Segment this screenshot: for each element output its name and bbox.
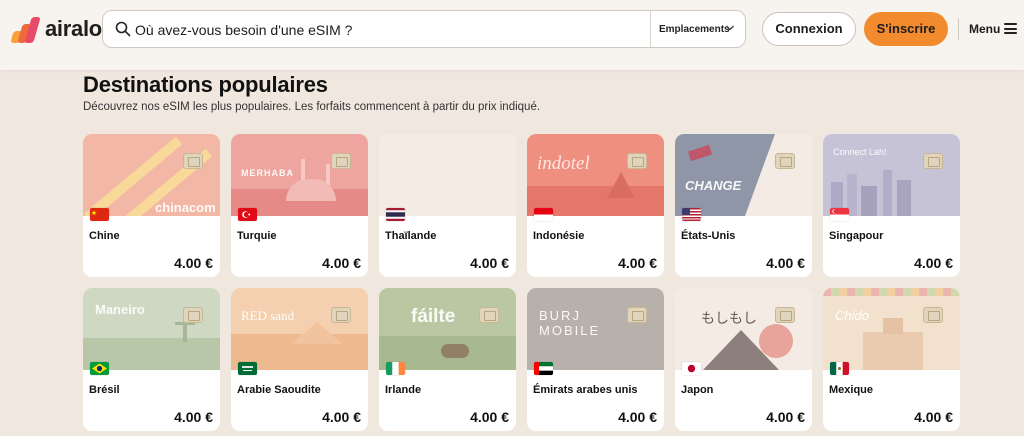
card-image: CHANGE: [675, 134, 812, 216]
saudi-arabia-flag-icon: [238, 362, 257, 375]
card-country-name: États-Unis: [681, 230, 736, 242]
sim-chip-icon: [183, 307, 203, 323]
card-price: 4.00 €: [174, 255, 213, 271]
card-price: 4.00 €: [766, 255, 805, 271]
indonesia-flag-icon: [534, 208, 553, 221]
card-country-name: Brésil: [89, 384, 120, 396]
card-brand: chinacom: [155, 200, 216, 215]
brazil-flag-icon: [90, 362, 109, 375]
card-country-name: Chine: [89, 230, 120, 242]
card-country-name: Irlande: [385, 384, 422, 396]
search-icon: [115, 21, 131, 37]
sim-chip-icon: [627, 153, 647, 169]
card-brand: Connect Lah!: [833, 147, 887, 157]
destination-card-usa[interactable]: CHANGE États-Unis 4.00 €: [675, 134, 812, 277]
destination-card-mexico[interactable]: Chido Mexique 4.00 €: [823, 288, 960, 431]
card-country-name: Indonésie: [533, 230, 585, 242]
card-image: MERHABA: [231, 134, 368, 216]
airalo-logo[interactable]: airalo: [10, 15, 102, 43]
locations-dropdown[interactable]: Emplacements: [659, 24, 730, 35]
card-image: indotel: [527, 134, 664, 216]
card-price: 4.00 €: [766, 409, 805, 425]
card-brand: indotel: [537, 153, 590, 174]
card-image: chinacom: [83, 134, 220, 216]
card-brand: BURJ MOBILE: [539, 308, 601, 338]
login-button[interactable]: Connexion: [762, 12, 856, 46]
destination-card-uae[interactable]: BURJ MOBILE Émirats arabes unis 4.00 €: [527, 288, 664, 431]
card-brand: もしもし: [701, 310, 757, 326]
destination-card-indonesia[interactable]: indotel Indonésie 4.00 €: [527, 134, 664, 277]
destination-card-japan[interactable]: もしもし Japon 4.00 €: [675, 288, 812, 431]
destination-card-saudi-arabia[interactable]: RED sand Arabie Saoudite 4.00 €: [231, 288, 368, 431]
sim-chip-icon: [479, 307, 499, 323]
logo-text: airalo: [45, 16, 102, 41]
thailand-flag-icon: [386, 208, 405, 221]
card-price: 4.00 €: [322, 409, 361, 425]
search-input[interactable]: Où avez-vous besoin d'une eSIM ?: [135, 22, 352, 38]
card-brand: RED sand: [241, 308, 295, 323]
card-image: もしもし: [675, 288, 812, 370]
usa-flag-icon: [682, 208, 701, 221]
card-price: 4.00 €: [914, 255, 953, 271]
card-brand: Maneiro: [95, 302, 145, 317]
top-header: airalo Où avez-vous besoin d'une eSIM ? …: [0, 0, 1024, 70]
ireland-flag-icon: [386, 362, 405, 375]
card-image: [379, 134, 516, 216]
card-image: Maneiro: [83, 288, 220, 370]
card-country-name: Japon: [681, 384, 714, 396]
destination-card-turkey[interactable]: MERHABA Turquie 4.00 €: [231, 134, 368, 277]
destination-card-ireland[interactable]: fáilte Irlande 4.00 €: [379, 288, 516, 431]
china-flag-icon: [90, 208, 109, 221]
sim-chip-icon: [331, 307, 351, 323]
logo-mark-icon: [10, 15, 41, 43]
card-image: Chido: [823, 288, 960, 370]
destination-card-china[interactable]: chinacom Chine 4.00 €: [83, 134, 220, 277]
header-divider: [958, 18, 959, 40]
card-country-name: Turquie: [237, 230, 277, 242]
search-bar[interactable]: Où avez-vous besoin d'une eSIM ? Emplace…: [102, 10, 746, 48]
sim-chip-icon: [775, 153, 795, 169]
destination-card-thailand[interactable]: Thaïlande 4.00 €: [379, 134, 516, 277]
sim-chip-icon: [183, 153, 203, 169]
search-divider: [650, 11, 651, 47]
page-title: Destinations populaires: [83, 72, 328, 97]
sim-chip-icon: [331, 153, 351, 169]
sim-chip-icon: [923, 153, 943, 169]
card-price: 4.00 €: [174, 409, 213, 425]
menu-button[interactable]: Menu: [969, 22, 1000, 36]
card-brand: Chido: [835, 308, 869, 323]
card-price: 4.00 €: [470, 255, 509, 271]
page-subtitle: Découvrez nos eSIM les plus populaires. …: [83, 101, 541, 113]
card-image: Connect Lah!: [823, 134, 960, 216]
card-country-name: Singapour: [829, 230, 884, 242]
turkey-flag-icon: [238, 208, 257, 221]
sim-chip-icon: [923, 307, 943, 323]
uae-flag-icon: [534, 362, 553, 375]
card-image: RED sand: [231, 288, 368, 370]
card-price: 4.00 €: [470, 409, 509, 425]
japan-flag-icon: [682, 362, 701, 375]
sim-chip-icon: [775, 307, 795, 323]
card-price: 4.00 €: [914, 409, 953, 425]
card-country-name: Émirats arabes unis: [533, 384, 638, 396]
card-brand: MERHABA: [241, 168, 294, 178]
card-image: fáilte: [379, 288, 516, 370]
chevron-down-icon[interactable]: [725, 23, 735, 33]
singapore-flag-icon: [830, 208, 849, 221]
card-price: 4.00 €: [618, 409, 657, 425]
sim-chip-icon: [627, 307, 647, 323]
card-brand: CHANGE: [685, 178, 742, 193]
card-price: 4.00 €: [322, 255, 361, 271]
card-price: 4.00 €: [618, 255, 657, 271]
card-country-name: Mexique: [829, 384, 874, 396]
card-country-name: Thaïlande: [385, 230, 437, 242]
destination-card-singapore[interactable]: Connect Lah! Singapour 4.00 €: [823, 134, 960, 277]
mexico-flag-icon: [830, 362, 849, 375]
destination-card-brazil[interactable]: Maneiro Brésil 4.00 €: [83, 288, 220, 431]
hamburger-icon[interactable]: [1004, 23, 1017, 34]
signup-button[interactable]: S'inscrire: [864, 12, 948, 46]
card-country-name: Arabie Saoudite: [237, 384, 321, 396]
card-brand: fáilte: [411, 306, 456, 327]
card-image: BURJ MOBILE: [527, 288, 664, 370]
